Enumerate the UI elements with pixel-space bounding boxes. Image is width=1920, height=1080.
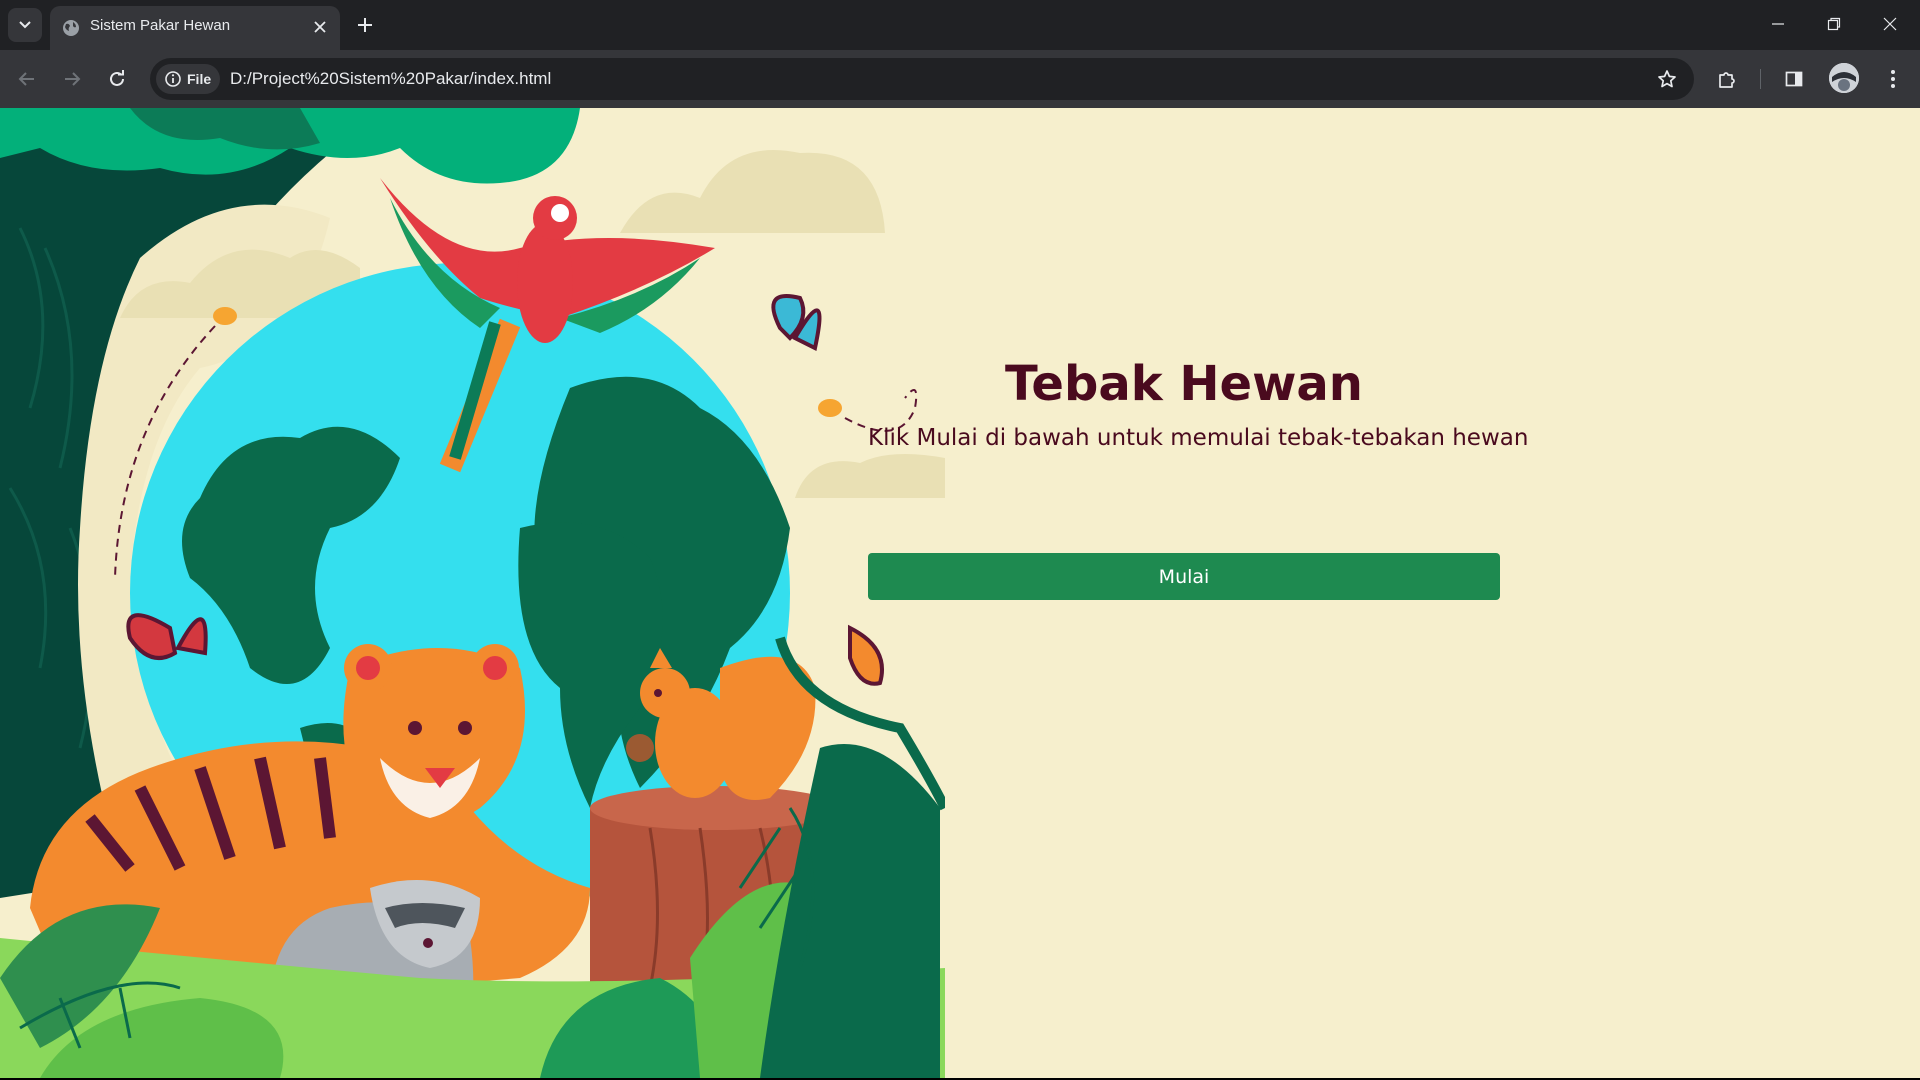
browser-toolbar: File D:/Project%20Sistem%20Pakar/index.h… [0, 50, 1920, 108]
site-info-chip[interactable]: File [156, 64, 220, 94]
side-panel-icon [1785, 71, 1803, 87]
welcome-panel: Tebak Hewan Klik Mulai di bawah untuk me… [868, 353, 1529, 600]
side-panel-button[interactable] [1777, 62, 1811, 96]
avatar-image [1829, 63, 1859, 93]
restore-button[interactable] [1806, 0, 1862, 48]
new-tab-button[interactable] [352, 12, 378, 38]
minimize-icon [1772, 23, 1784, 25]
toolbar-divider [1760, 69, 1761, 89]
info-icon [165, 71, 181, 87]
forward-arrow-icon [65, 72, 81, 86]
page-subtitle: Klik Mulai di bawah untuk memulai tebak-… [868, 425, 1529, 451]
extensions-button[interactable] [1710, 62, 1744, 96]
close-window-button[interactable] [1862, 0, 1918, 48]
back-arrow-icon [18, 72, 34, 86]
reload-icon [110, 70, 124, 86]
tab-list-icon [19, 21, 31, 29]
extensions-icon [1719, 72, 1735, 88]
more-menu-button[interactable] [1876, 62, 1910, 96]
site-chip-label: File [187, 71, 212, 87]
restore-icon [1827, 17, 1841, 31]
page-title: Tebak Hewan [1005, 356, 1363, 412]
close-tab-button[interactable] [310, 17, 330, 37]
globe-icon [63, 20, 79, 36]
window-close-icon [1883, 17, 1897, 31]
close-icon [314, 21, 326, 33]
address-bar[interactable]: File D:/Project%20Sistem%20Pakar/index.h… [150, 58, 1694, 100]
tab-title: Sistem Pakar Hewan [90, 17, 231, 34]
start-button[interactable]: Mulai [868, 553, 1500, 600]
more-menu-icon [1891, 70, 1895, 88]
animals-illustration [0, 108, 945, 1078]
tab-strip: Sistem Pakar Hewan [0, 0, 1920, 50]
url-text[interactable]: D:/Project%20Sistem%20Pakar/index.html [230, 58, 551, 100]
page-viewport: Tebak Hewan Klik Mulai di bawah untuk me… [0, 108, 1920, 1078]
minimize-button[interactable] [1750, 0, 1806, 48]
active-tab[interactable]: Sistem Pakar Hewan [50, 6, 340, 50]
reload-button[interactable] [100, 62, 134, 96]
star-icon [1658, 70, 1676, 88]
back-button[interactable] [10, 62, 44, 96]
profile-avatar-icon[interactable] [1829, 63, 1859, 93]
forward-button[interactable] [55, 62, 89, 96]
tab-search-button[interactable] [8, 8, 42, 42]
bookmark-button[interactable] [1654, 66, 1680, 92]
plus-icon [358, 18, 372, 32]
